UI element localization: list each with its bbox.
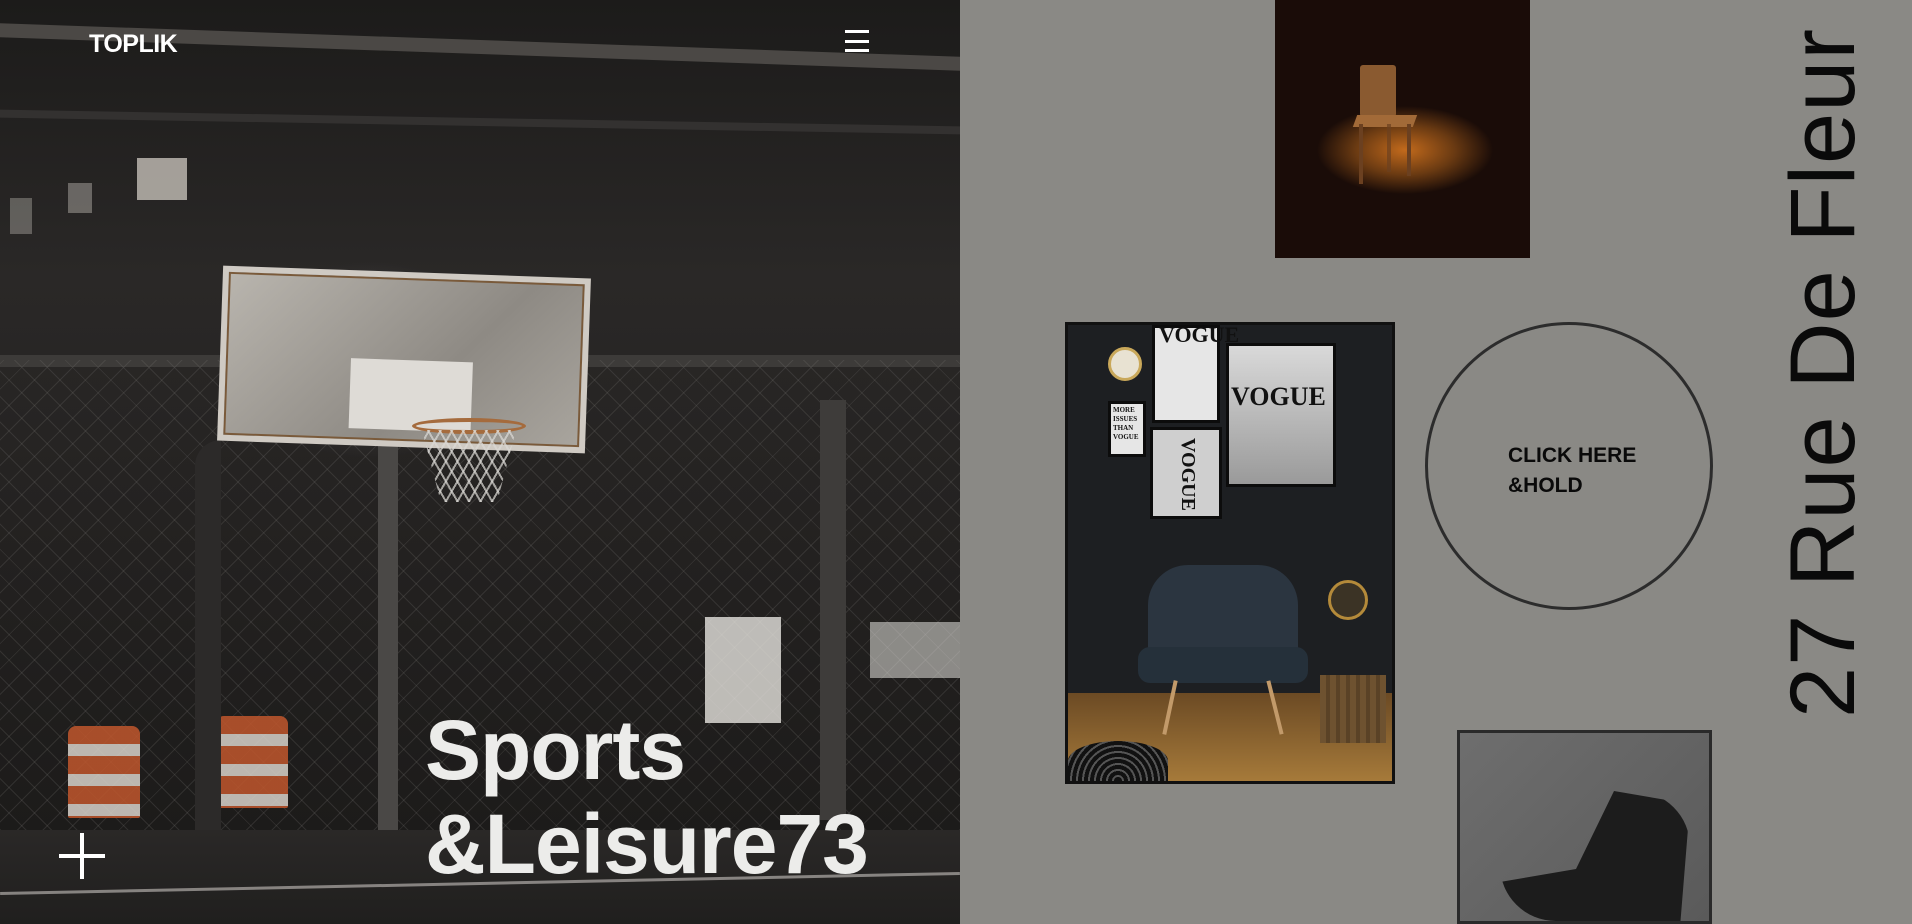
rug — [1068, 741, 1168, 781]
poster-text: MORE ISSUES THAN VOGUE — [1113, 406, 1139, 441]
chair-leg — [1359, 124, 1363, 184]
spotlit-wooden-chair-photo[interactable] — [1275, 0, 1530, 258]
hoop-pole — [195, 440, 221, 880]
ceiling-beam — [0, 109, 960, 135]
chair-leg — [1407, 124, 1411, 176]
plus-icon[interactable] — [59, 833, 105, 879]
hero-section: TOPLIK Sports &Leisure73 — [0, 0, 960, 924]
chair-back — [1360, 65, 1396, 117]
poster-frame: MORE ISSUES THAN VOGUE — [1108, 401, 1146, 457]
click-and-hold-button[interactable]: CLICK HERE &HOLD — [1425, 322, 1713, 610]
wooden-crate — [1320, 675, 1386, 743]
window-light — [68, 183, 92, 213]
hamburger-menu-icon[interactable] — [845, 30, 869, 52]
wall-clock-icon — [1108, 347, 1142, 381]
vogue-wall-armchair-photo[interactable]: VOGUE MORE ISSUES THAN VOGUE VOGUE VOGUE — [1065, 322, 1395, 784]
hero-title-line-2: &Leisure73 — [425, 797, 869, 891]
traffic-barrier — [216, 716, 288, 808]
hero-title: Sports &Leisure73 — [425, 703, 869, 891]
address-text: 27 Rue De Fleur — [1772, 28, 1874, 718]
hero-title-line-1: Sports — [425, 703, 686, 797]
cta-label: CLICK HERE &HOLD — [1508, 444, 1637, 497]
poster-text: VOGUE — [1231, 382, 1326, 411]
poster-frame: VOGUE — [1152, 325, 1239, 423]
poster-text: VOGUE — [1177, 438, 1199, 511]
armchair-seat — [1138, 647, 1308, 683]
menu-bar — [845, 30, 869, 33]
backboard — [217, 265, 591, 454]
menu-bar — [845, 39, 869, 43]
black-shell-chair-photo[interactable] — [1457, 730, 1712, 924]
light-patch — [870, 622, 960, 678]
poster-frame: VOGUE — [1150, 427, 1222, 519]
shell-chair — [1500, 791, 1690, 921]
traffic-barrier — [68, 726, 140, 818]
poster-frame: VOGUE — [1226, 343, 1336, 487]
window-light — [10, 198, 32, 234]
site-logo[interactable]: TOPLIK — [89, 30, 178, 59]
window-light — [137, 158, 187, 200]
fence-post — [378, 420, 398, 860]
brass-lamp-icon — [1328, 580, 1368, 620]
menu-bar — [845, 49, 869, 52]
chair-leg — [1387, 124, 1391, 172]
